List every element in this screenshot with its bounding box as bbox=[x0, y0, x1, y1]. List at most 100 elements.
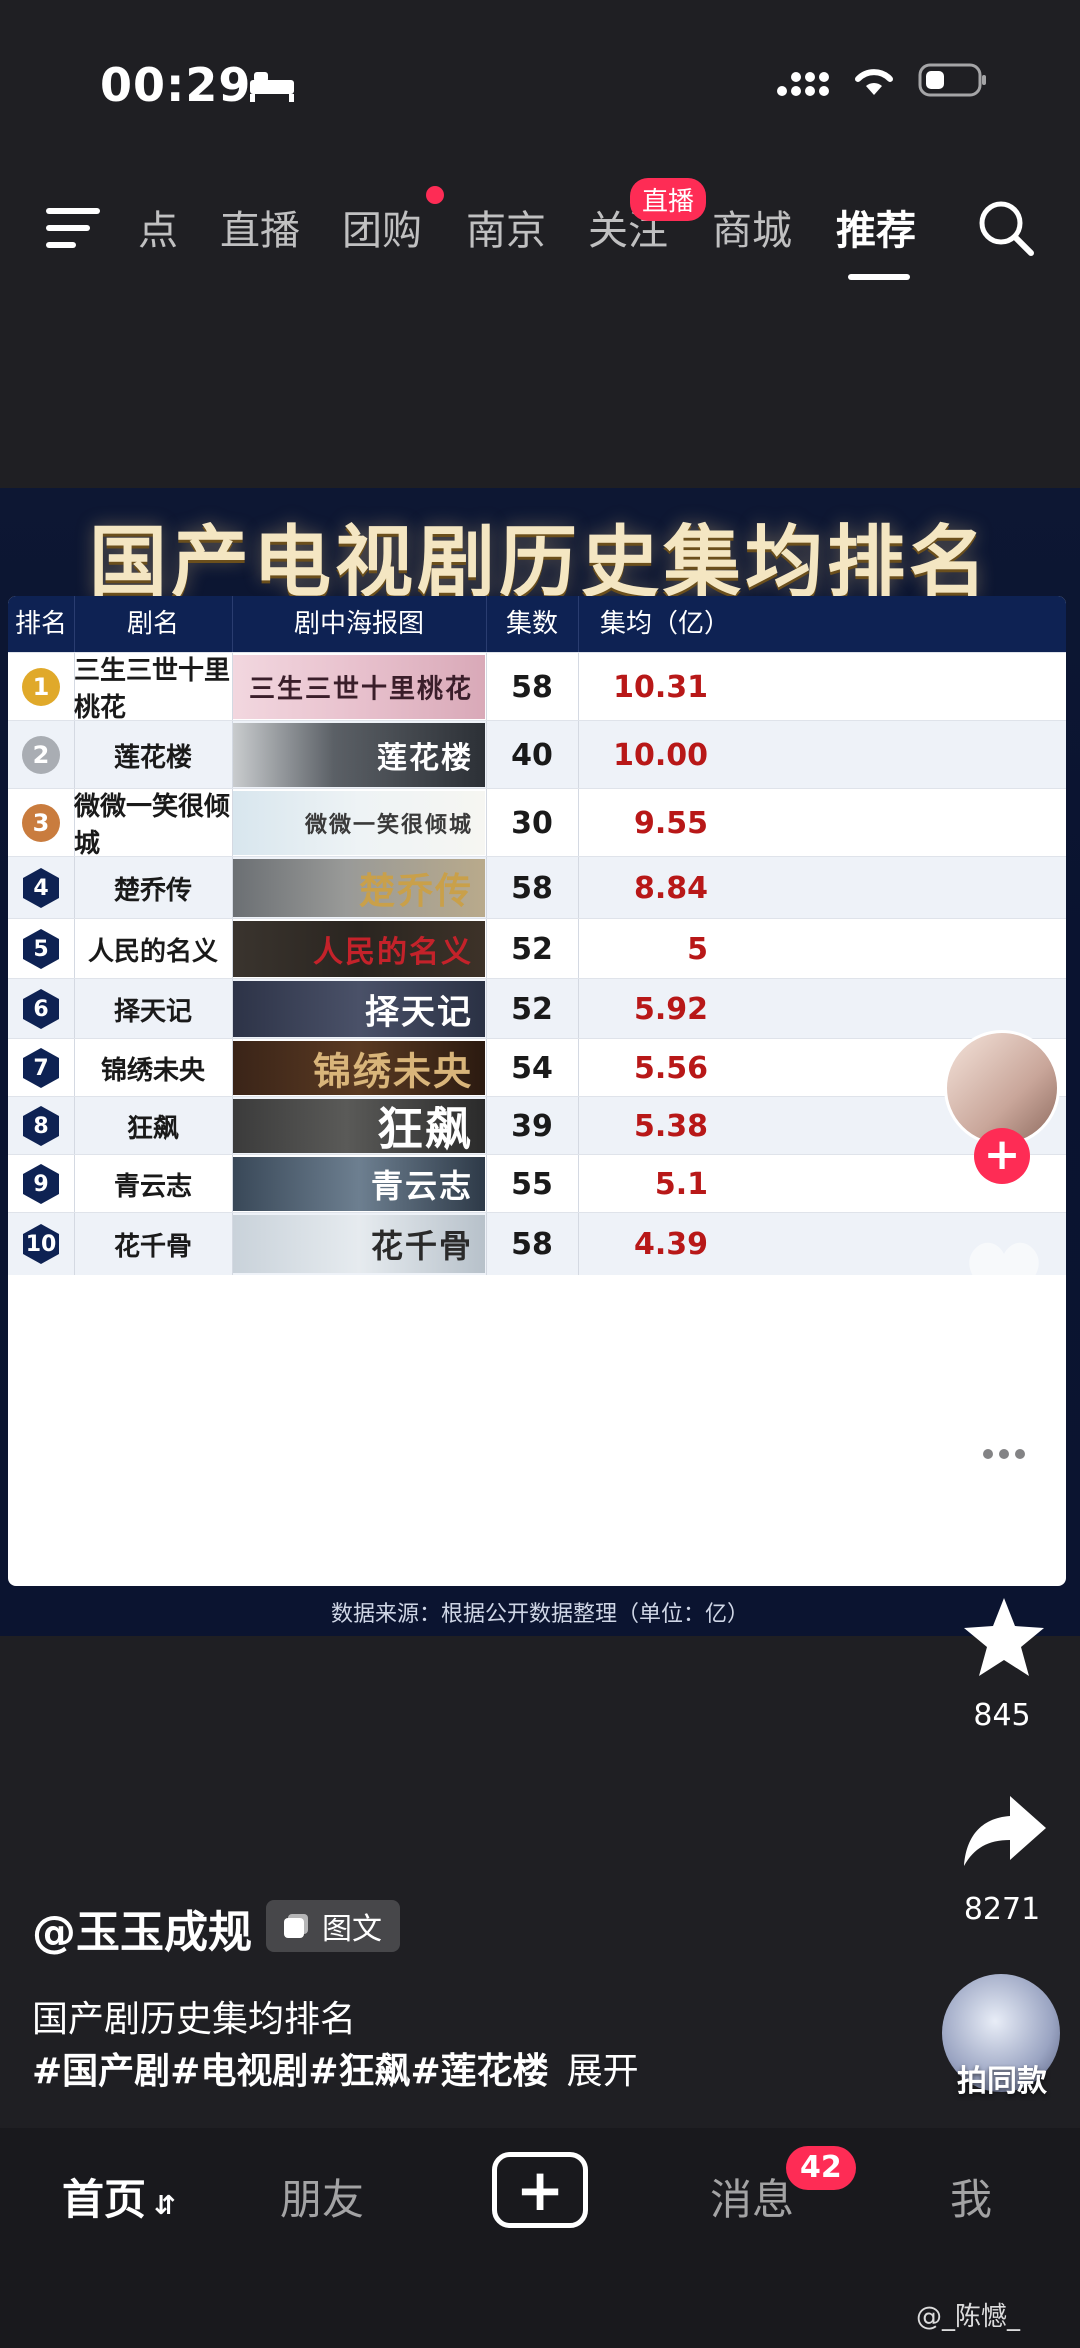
drama-name: 人民的名义 bbox=[87, 936, 218, 967]
menu-icon[interactable] bbox=[46, 206, 102, 250]
medal-icon: 2 bbox=[22, 736, 60, 774]
tab-group-buy[interactable]: 团购 bbox=[342, 198, 422, 256]
drama-poster: 楚乔传 bbox=[233, 859, 485, 917]
battery-icon bbox=[918, 63, 986, 97]
image-text-chip: 图文 bbox=[266, 1900, 400, 1952]
episode-count: 54 bbox=[511, 1050, 553, 1086]
drama-poster: 锦绣未央 bbox=[233, 1041, 485, 1095]
rank-cell: 9 bbox=[8, 1155, 74, 1213]
table-row: 2 莲花楼 莲花楼 40 10.00 bbox=[8, 720, 1066, 789]
average-viewership: 10.00 bbox=[613, 737, 708, 773]
tab-dian[interactable]: 点 bbox=[138, 198, 178, 256]
table-row: 8 狂飙 狂飙 39 5.38 bbox=[8, 1096, 1066, 1155]
share-arrow-icon[interactable] bbox=[958, 1786, 1050, 1878]
drama-poster: 微微一笑很倾城 bbox=[233, 791, 485, 855]
favorite-star-icon[interactable] bbox=[958, 1592, 1050, 1684]
status-time: 00:29 bbox=[100, 58, 252, 112]
tab-recommend[interactable]: 推荐 bbox=[836, 198, 916, 256]
medal-icon: 1 bbox=[22, 668, 60, 706]
follow-button[interactable]: + bbox=[974, 1128, 1030, 1184]
average-viewership: 8.84 bbox=[633, 870, 708, 906]
table-row: 10 花千骨 花千骨 58 4.39 bbox=[8, 1212, 1066, 1275]
bed-icon bbox=[248, 68, 296, 104]
episode-count: 30 bbox=[511, 805, 553, 841]
tab-mall[interactable]: 商城 bbox=[712, 198, 792, 256]
rank-cell: 5 bbox=[8, 919, 74, 979]
average-viewership: 4.39 bbox=[633, 1226, 708, 1262]
rank-cell: 7 bbox=[8, 1039, 74, 1097]
rank-cell: 2 bbox=[8, 721, 74, 789]
episode-count: 58 bbox=[511, 1226, 553, 1262]
drama-poster: 狂飙 bbox=[233, 1099, 485, 1153]
average-viewership: 5.56 bbox=[633, 1050, 708, 1086]
message-count-badge: 42 bbox=[786, 2146, 856, 2190]
nav-me[interactable]: 我 bbox=[950, 2166, 992, 2227]
drama-name: 三生三世十里桃花 bbox=[74, 656, 231, 723]
comment-icon[interactable] bbox=[958, 1410, 1050, 1502]
drama-name: 青云志 bbox=[113, 1171, 192, 1202]
table-row: 4 楚乔传 楚乔传 58 8.84 bbox=[8, 856, 1066, 919]
average-viewership: 5.38 bbox=[633, 1108, 708, 1144]
author-name[interactable]: @玉玉成规 bbox=[32, 1896, 252, 1960]
hashtag-line: #国产剧#电视剧#狂飙#莲花楼 展开 bbox=[32, 2042, 639, 2094]
rank-cell: 3 bbox=[8, 789, 74, 857]
expand-link[interactable]: 展开 bbox=[567, 2051, 639, 2092]
poster-title-text: 楚乔传 bbox=[358, 870, 473, 912]
episode-count: 58 bbox=[511, 870, 553, 906]
rank-hexagon-icon: 8 bbox=[23, 1106, 59, 1146]
like-heart-icon[interactable] bbox=[958, 1226, 1050, 1318]
use-sound-label[interactable]: 拍同款 bbox=[930, 2056, 1074, 2100]
nav-messages[interactable]: 消息 bbox=[710, 2166, 794, 2227]
episode-count: 58 bbox=[511, 669, 553, 705]
episode-count: 40 bbox=[511, 737, 553, 773]
column-header: 集均（亿） bbox=[600, 609, 731, 639]
tab-nanjing[interactable]: 南京 bbox=[466, 198, 546, 256]
wifi-icon bbox=[855, 69, 893, 95]
poster-title-text: 锦绣未央 bbox=[312, 1048, 473, 1094]
drama-poster: 莲花楼 bbox=[233, 723, 485, 787]
column-header: 集数 bbox=[486, 596, 579, 652]
drama-poster: 人民的名义 bbox=[233, 921, 485, 977]
drama-name: 狂飙 bbox=[126, 1113, 179, 1144]
data-source-note: 数据来源：根据公开数据整理（单位：亿） bbox=[330, 1602, 749, 1627]
create-button[interactable]: + bbox=[492, 2152, 588, 2228]
hashtags[interactable]: #国产剧#电视剧#狂飙#莲花楼 bbox=[32, 2051, 549, 2092]
status-icons bbox=[776, 62, 988, 98]
nav-home[interactable]: 首页 ⇵ bbox=[62, 2166, 176, 2227]
rank-cell: 1 bbox=[8, 653, 74, 721]
search-icon[interactable] bbox=[976, 198, 1036, 258]
drama-name: 莲花楼 bbox=[113, 742, 192, 773]
drama-name: 微微一笑很倾城 bbox=[74, 792, 231, 859]
column-header: 剧中海报图 bbox=[232, 596, 487, 652]
ranking-table: 排名 剧名 剧中海报图 集数 集均（亿） 1 三生三世十里桃花 三生三世十里桃花 58… bbox=[8, 596, 1066, 1586]
poster-title-text: 三生三世十里桃花 bbox=[248, 674, 473, 705]
table-row: 9 青云志 青云志 55 5.1 bbox=[8, 1154, 1066, 1213]
average-viewership: 10.31 bbox=[613, 669, 708, 705]
drama-poster: 择天记 bbox=[233, 981, 485, 1037]
poster-title-text: 微微一笑很倾城 bbox=[304, 812, 473, 838]
gallery-icon bbox=[284, 1914, 308, 1938]
average-viewership: 5.92 bbox=[633, 991, 708, 1027]
average-viewership: 5.1 bbox=[654, 1166, 708, 1202]
average-viewership: 9.55 bbox=[633, 805, 708, 841]
table-row: 3 微微一笑很倾城 微微一笑很倾城 30 9.55 bbox=[8, 788, 1066, 859]
drama-poster: 花千骨 bbox=[233, 1215, 485, 1273]
drama-poster: 三生三世十里桃花 bbox=[233, 655, 485, 719]
poster-title-text: 青云志 bbox=[370, 1167, 473, 1205]
comment-count: 5921 bbox=[963, 1512, 1041, 1547]
table-row: 7 锦绣未央 锦绣未央 54 5.56 bbox=[8, 1038, 1066, 1097]
rank-hexagon-icon: 10 bbox=[23, 1224, 59, 1264]
like-count: 1.3万 bbox=[963, 1336, 1041, 1371]
nav-friends[interactable]: 朋友 bbox=[280, 2166, 364, 2227]
weibo-watermark: @_陈憾_ bbox=[916, 2302, 1021, 2332]
poster-title-text: 择天记 bbox=[365, 992, 473, 1033]
column-header: 排名 bbox=[8, 596, 75, 652]
tab-live[interactable]: 直播 bbox=[220, 198, 300, 256]
medal-icon: 3 bbox=[22, 804, 60, 842]
average-viewership: 5 bbox=[687, 931, 708, 967]
active-tab-indicator bbox=[848, 274, 910, 280]
nav-home-label: 首页 bbox=[62, 2175, 147, 2224]
rank-cell: 6 bbox=[8, 979, 74, 1039]
column-header: 剧名 bbox=[74, 596, 233, 652]
rank-cell: 8 bbox=[8, 1097, 74, 1155]
